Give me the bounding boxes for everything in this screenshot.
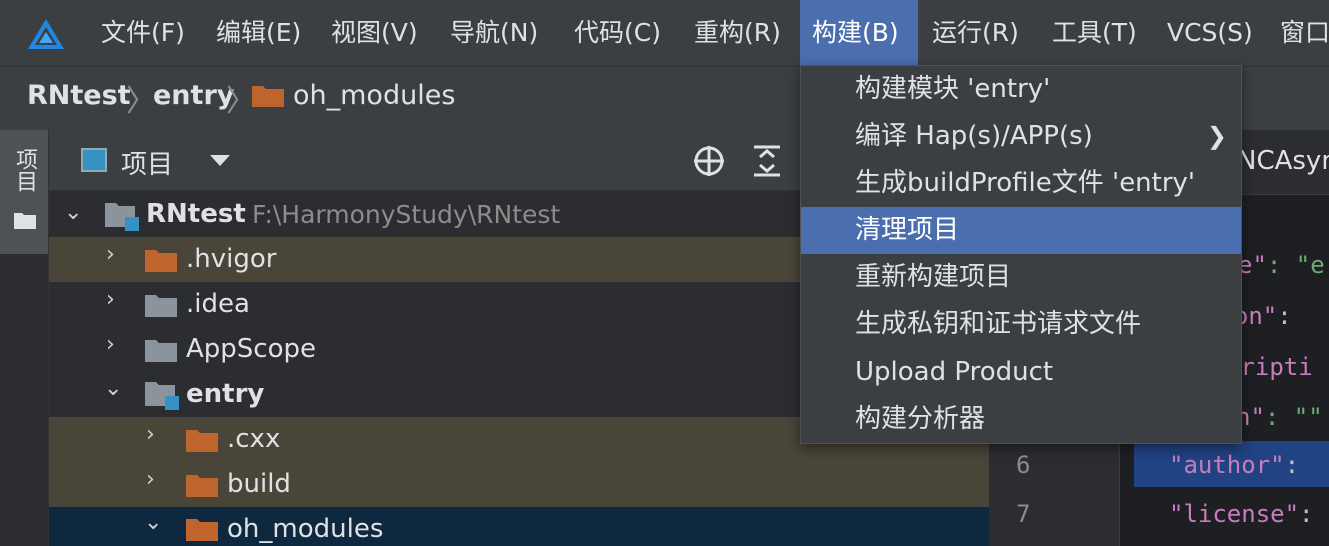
- menu-view[interactable]: 视图(V): [319, 0, 430, 66]
- folder-icon: [145, 295, 177, 317]
- code-line[interactable]: "license":: [1169, 500, 1314, 528]
- menu-item-compile-hap-app[interactable]: 编译 Hap(s)/APP(s) ❯: [801, 113, 1241, 160]
- menu-item-upload-product[interactable]: Upload Product: [801, 349, 1241, 396]
- line-number: 7: [1016, 500, 1031, 528]
- code-key: "license": [1169, 500, 1300, 528]
- tree-item-path: F:\HarmonyStudy\RNtest: [252, 200, 561, 229]
- code-key: e": [1238, 251, 1267, 279]
- tree-item-label: .hvigor: [186, 244, 277, 274]
- code-rest: :: [1299, 500, 1314, 528]
- menu-navigate[interactable]: 导航(N): [438, 0, 550, 66]
- code-rest: : "e: [1266, 251, 1325, 279]
- tree-item-label: RNtest: [146, 199, 246, 229]
- menu-item-generate-build-profile[interactable]: 生成buildProfile文件 'entry': [801, 160, 1241, 207]
- breadcrumb-item-project[interactable]: RNtest: [27, 80, 131, 111]
- menu-bar: 文件(F) 编辑(E) 视图(V) 导航(N) 代码(C) 重构(R) 构建(B…: [0, 0, 1329, 66]
- menu-item-label: 清理项目: [855, 215, 960, 245]
- menu-item-label: 重新构建项目: [855, 262, 1012, 292]
- tree-item-label: oh_modules: [227, 514, 384, 544]
- locate-icon[interactable]: [692, 144, 726, 178]
- menu-build[interactable]: 构建(B): [800, 0, 918, 66]
- breadcrumb-item-entry[interactable]: entry: [153, 80, 234, 111]
- menu-code[interactable]: 代码(C): [562, 0, 673, 66]
- chevron-right-icon[interactable]: ›: [106, 287, 115, 312]
- menu-item-build-module[interactable]: 构建模块 'entry': [801, 66, 1241, 113]
- menu-vcs[interactable]: VCS(S): [1155, 0, 1265, 66]
- menu-file[interactable]: 文件(F): [89, 0, 197, 66]
- app-logo-icon[interactable]: [26, 17, 66, 51]
- folder-icon: [252, 86, 284, 107]
- module-folder-icon: [105, 203, 139, 231]
- code-key: "author": [1169, 451, 1285, 479]
- collapse-all-icon[interactable]: [752, 144, 782, 178]
- line-number: 6: [1016, 451, 1031, 479]
- module-folder-icon: [145, 382, 179, 410]
- tree-item-label: .cxx: [227, 424, 281, 454]
- code-line[interactable]: n": "": [1236, 403, 1323, 431]
- code-rest: :: [1284, 451, 1300, 479]
- code-line[interactable]: e": "e: [1238, 251, 1325, 279]
- project-view-icon: [81, 148, 107, 172]
- chevron-right-icon[interactable]: ›: [106, 242, 115, 267]
- menu-tools[interactable]: 工具(T): [1040, 0, 1149, 66]
- chevron-down-icon[interactable]: ⌄: [144, 510, 162, 535]
- folder-icon: [186, 475, 218, 497]
- tree-item-label: build: [227, 469, 291, 499]
- chevron-down-icon[interactable]: [210, 155, 230, 166]
- menu-item-generate-key-csr[interactable]: 生成私钥和证书请求文件: [801, 301, 1241, 348]
- breadcrumb-separator-icon: 〉: [126, 84, 156, 119]
- chevron-right-icon[interactable]: ›: [146, 467, 155, 492]
- chevron-down-icon[interactable]: ⌄: [104, 376, 122, 401]
- menu-item-label: 构建分析器: [855, 404, 986, 434]
- menu-item-label: 编译 Hap(s)/APP(s): [855, 121, 1093, 151]
- code-line[interactable]: "author":: [1169, 451, 1299, 479]
- menu-item-label: 生成buildProfile文件 'entry': [855, 168, 1196, 198]
- menu-item-build-analyzer[interactable]: 构建分析器: [801, 396, 1241, 443]
- menu-item-rebuild-project[interactable]: 重新构建项目: [801, 254, 1241, 301]
- editor-tab[interactable]: NCAsyn: [1237, 146, 1329, 176]
- menu-item-label: 生成私钥和证书请求文件: [855, 309, 1142, 339]
- code-rest: : "": [1264, 403, 1323, 431]
- menu-refactor[interactable]: 重构(R): [682, 0, 793, 66]
- folder-icon: [186, 430, 218, 452]
- folder-icon: [186, 519, 218, 541]
- tree-item-label: entry: [186, 379, 265, 409]
- chevron-right-icon[interactable]: ›: [106, 332, 115, 357]
- folder-icon: [14, 213, 36, 229]
- menu-run[interactable]: 运行(R): [920, 0, 1031, 66]
- menu-item-label: 构建模块 'entry': [855, 74, 1051, 104]
- folder-icon: [145, 340, 177, 362]
- menu-item-label: Upload Product: [855, 357, 1054, 387]
- menu-item-clean-project[interactable]: 清理项目: [801, 207, 1241, 254]
- menu-edit[interactable]: 编辑(E): [204, 0, 313, 66]
- tree-item-label: .idea: [186, 289, 250, 319]
- breadcrumb-item-oh-modules[interactable]: oh_modules: [293, 80, 455, 111]
- chevron-down-icon[interactable]: ⌄: [64, 200, 82, 225]
- chevron-right-icon[interactable]: ›: [146, 422, 155, 447]
- submenu-arrow-icon: ❯: [1206, 122, 1227, 150]
- menu-window[interactable]: 窗口: [1268, 0, 1329, 66]
- tool-window-project-label: 项目: [12, 148, 37, 192]
- folder-icon: [145, 250, 177, 272]
- code-rest: :: [1277, 302, 1292, 330]
- tree-item-label: AppScope: [186, 334, 316, 364]
- project-panel-title[interactable]: 项目: [121, 144, 173, 181]
